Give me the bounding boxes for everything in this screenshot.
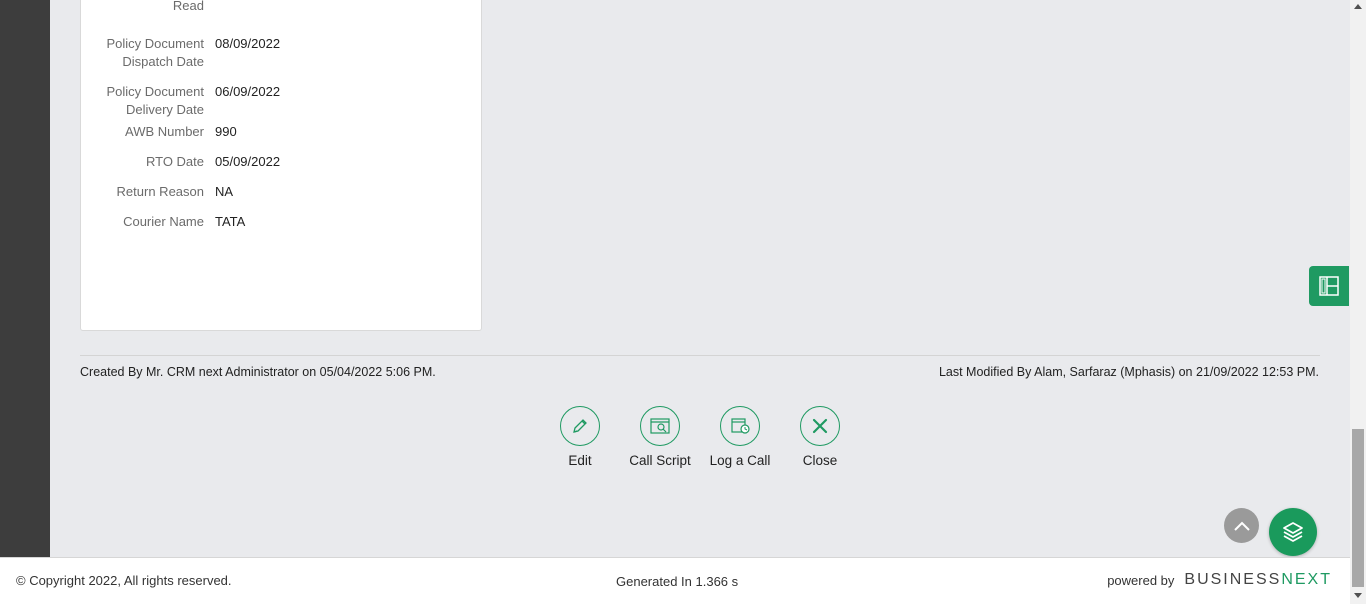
field-value: 05/09/2022: [215, 154, 281, 169]
field-label: Policy Document Delivery Date: [106, 84, 204, 117]
generated-time-text: Generated In 1.366 s: [616, 574, 739, 589]
field-value: TATA: [215, 214, 246, 229]
log-call-label: Log a Call: [709, 453, 771, 468]
created-by-text: Created By Mr. CRM next Administrator on…: [80, 365, 436, 379]
layers-icon: [1283, 522, 1303, 542]
scroll-down-arrow-icon[interactable]: [1354, 593, 1362, 598]
scroll-up-arrow-icon[interactable]: [1354, 4, 1362, 9]
edit-label: Edit: [568, 453, 592, 468]
brand-part-1: BUSINESS: [1184, 571, 1282, 588]
log-call-button[interactable]: Log a Call: [695, 406, 785, 468]
brand-part-2: NEXT: [1281, 571, 1332, 588]
action-bar: Edit Call Script Log a Call Close: [0, 406, 1366, 476]
layers-button[interactable]: [1269, 508, 1317, 556]
field-value: NA: [215, 184, 234, 199]
field-value: 08/09/2022: [215, 36, 281, 51]
field-label: Return Reason: [116, 184, 204, 199]
copyright-text: © Copyright 2022, All rights reserved.: [16, 573, 232, 588]
side-panel-tab[interactable]: [1309, 266, 1349, 306]
field-value: 990: [215, 124, 237, 139]
call-script-button[interactable]: Call Script: [615, 406, 705, 468]
footer: © Copyright 2022, All rights reserved. G…: [0, 557, 1350, 604]
field-label: Courier Name: [123, 214, 204, 229]
scrollbar-thumb[interactable]: [1352, 429, 1364, 587]
close-label: Close: [802, 453, 838, 468]
powered-by-label: powered by: [1107, 572, 1175, 588]
scroll-to-top-button[interactable]: [1224, 508, 1259, 543]
call-script-label: Call Script: [629, 453, 691, 468]
field-label: AWB Number: [125, 124, 204, 139]
close-button[interactable]: Close: [775, 406, 865, 468]
vertical-scrollbar[interactable]: [1350, 0, 1366, 604]
last-modified-text: Last Modified By Alam, Sarfaraz (Mphasis…: [938, 365, 1319, 379]
chevron-up-icon: [1233, 521, 1250, 531]
field-value: 06/09/2022: [215, 84, 281, 99]
field-label: RTO Date: [145, 154, 204, 169]
brand-logo: BUSINESSNEXT: [1184, 571, 1332, 589]
field-label: Read: [172, 0, 204, 13]
close-icon: [800, 406, 840, 446]
field-label: Policy Document Dispatch Date: [106, 36, 204, 69]
edit-button[interactable]: Edit: [535, 406, 625, 468]
details-card: Read Policy Document Dispatch Date 08/09…: [80, 0, 482, 331]
divider: [80, 355, 1320, 356]
log-call-icon: [720, 406, 760, 446]
pencil-icon: [560, 406, 600, 446]
layout-panel-icon: [1319, 276, 1339, 296]
powered-by: powered by BUSINESSNEXT: [1107, 571, 1332, 589]
script-icon: [640, 406, 680, 446]
